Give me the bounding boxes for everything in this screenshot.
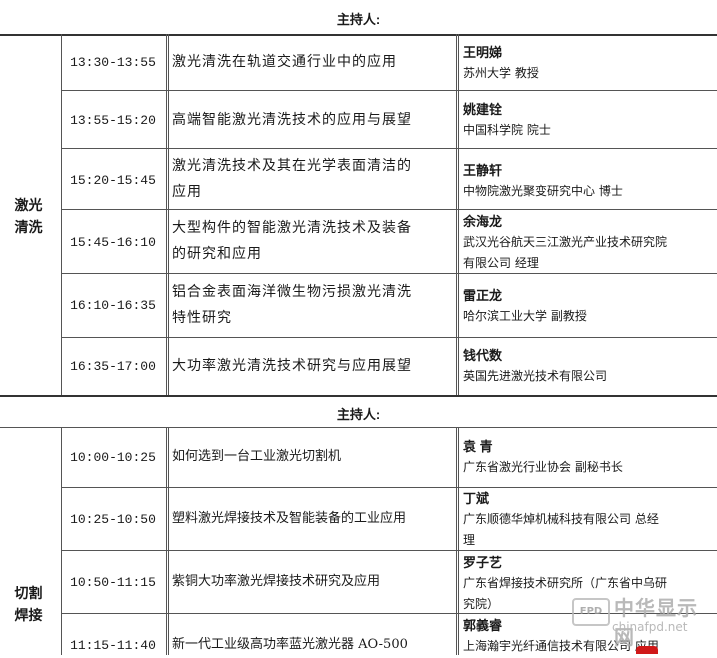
- speaker-name: 袁 青: [463, 439, 493, 454]
- speaker-affiliation: 广东顺德华焯机械科技有限公司 总经: [463, 512, 659, 526]
- speaker-cell: 姚建铨 中国科学院 院士: [463, 99, 713, 141]
- watermark-url: chinafpd.net: [612, 620, 688, 634]
- speaker-affiliation: 武汉光谷航天三江激光产业技术研究院: [463, 235, 668, 249]
- talk-title: 如何选到一台工业激光切割机: [172, 444, 454, 470]
- talk-title-line: 大功率激光清洗技术研究与应用展望: [172, 358, 412, 374]
- talk-title: 激光清洗技术及其在光学表面清洁的 应用: [172, 153, 454, 205]
- speaker-affiliation: 哈尔滨工业大学 副教授: [463, 309, 587, 323]
- session-time: 13:30-13:55: [70, 55, 156, 70]
- talk-title-line: 新一代工业级高功率蓝光激光器 AO-500: [172, 637, 408, 652]
- speaker-name: 雷正龙: [463, 288, 503, 303]
- talk-title: 紫铜大功率激光焊接技术研究及应用: [172, 569, 454, 595]
- session-time: 13:55-15:20: [70, 113, 156, 128]
- speaker-cell: 丁斌 广东顺德华焯机械科技有限公司 总经 理: [463, 488, 713, 551]
- speaker-affiliation: 有限公司 经理: [463, 256, 539, 270]
- speaker-cell: 袁 青 广东省激光行业协会 副秘书长: [463, 436, 713, 478]
- talk-title-line: 大型构件的智能激光清洗技术及装备: [172, 220, 412, 236]
- site-watermark: FPD 中华显示网 chinafpd.net: [572, 590, 712, 650]
- speaker-name: 姚建铨: [463, 102, 503, 117]
- session-time: 16:10-16:35: [70, 298, 156, 313]
- speaker-name: 王静轩: [463, 163, 503, 178]
- speaker-cell: 王明娣 苏州大学 教授: [463, 42, 713, 84]
- speaker-cell: 钱代数 英国先进激光技术有限公司: [463, 345, 713, 387]
- talk-title: 大功率激光清洗技术研究与应用展望: [172, 353, 454, 379]
- speaker-affiliation: 中物院激光聚变研究中心 博士: [463, 184, 623, 198]
- session-line: 切割: [14, 585, 43, 601]
- talk-title-line: 激光清洗在轨道交通行业中的应用: [172, 54, 397, 70]
- talk-title: 大型构件的智能激光清洗技术及装备 的研究和应用: [172, 215, 454, 267]
- talk-title: 新一代工业级高功率蓝光激光器 AO-500: [172, 632, 454, 658]
- speaker-cell: 王静轩 中物院激光聚变研究中心 博士: [463, 160, 713, 202]
- talk-title-line: 的研究和应用: [172, 246, 262, 262]
- speaker-affiliation: 中国科学院 院士: [463, 123, 551, 137]
- section2-host-label: 主持人:: [336, 407, 381, 422]
- schedule-document: 主持人: 激光 清洗 13:30-13:55 激光清洗在轨道交通行业中的应用 王…: [0, 0, 717, 655]
- speaker-cell: 雷正龙 哈尔滨工业大学 副教授: [463, 285, 713, 327]
- talk-title-line: 塑料激光焊接技术及智能装备的工业应用: [172, 511, 407, 526]
- talk-title-line: 高端智能激光清洗技术的应用与展望: [172, 112, 412, 128]
- section2-top-border: [0, 427, 717, 428]
- session-time: 10:00-10:25: [70, 450, 156, 465]
- speaker-affiliation: 苏州大学 教授: [463, 66, 539, 80]
- speaker-name: 余海龙: [463, 214, 503, 229]
- speaker-name: 罗子艺: [463, 555, 503, 570]
- section1-host-label: 主持人:: [336, 12, 381, 27]
- fpd-logo-icon: FPD: [572, 598, 610, 626]
- session-line: 激光: [14, 197, 43, 213]
- section1-top-border: [0, 34, 717, 36]
- talk-title: 塑料激光焊接技术及智能装备的工业应用: [172, 506, 454, 532]
- speaker-affiliation: 理: [463, 533, 476, 547]
- section1-session-label: 激光 清洗: [0, 194, 57, 238]
- session-time: 10:50-11:15: [70, 575, 156, 590]
- talk-title-line: 应用: [172, 184, 202, 200]
- session-time: 15:20-15:45: [70, 173, 156, 188]
- speaker-affiliation: 广东省激光行业协会 副秘书长: [463, 460, 623, 474]
- speaker-name: 丁斌: [463, 491, 490, 506]
- talk-title-line: 特性研究: [172, 310, 232, 326]
- speaker-cell: 余海龙 武汉光谷航天三江激光产业技术研究院 有限公司 经理: [463, 211, 713, 274]
- section2-session-label: 切割 焊接: [0, 582, 57, 626]
- session-time: 10:25-10:50: [70, 512, 156, 527]
- talk-title: 铝合金表面海洋微生物污损激光清洗 特性研究: [172, 279, 454, 331]
- talk-title-line: 铝合金表面海洋微生物污损激光清洗: [172, 284, 412, 300]
- speaker-affiliation: 英国先进激光技术有限公司: [463, 369, 608, 383]
- session-time: 15:45-16:10: [70, 235, 156, 250]
- session-time: 16:35-17:00: [70, 359, 156, 374]
- red-corner-mark: [636, 646, 658, 654]
- speaker-name: 王明娣: [463, 45, 503, 60]
- talk-title-line: 紫铜大功率激光焊接技术研究及应用: [172, 574, 381, 589]
- session-time: 11:15-11:40: [70, 638, 156, 653]
- session-line: 清洗: [14, 219, 43, 235]
- session-line: 焊接: [14, 607, 43, 623]
- talk-title: 激光清洗在轨道交通行业中的应用: [172, 49, 454, 75]
- talk-title-line: 如何选到一台工业激光切割机: [172, 449, 342, 464]
- talk-title: 高端智能激光清洗技术的应用与展望: [172, 107, 454, 133]
- talk-title-line: 激光清洗技术及其在光学表面清洁的: [172, 158, 412, 174]
- speaker-name: 钱代数: [463, 348, 503, 363]
